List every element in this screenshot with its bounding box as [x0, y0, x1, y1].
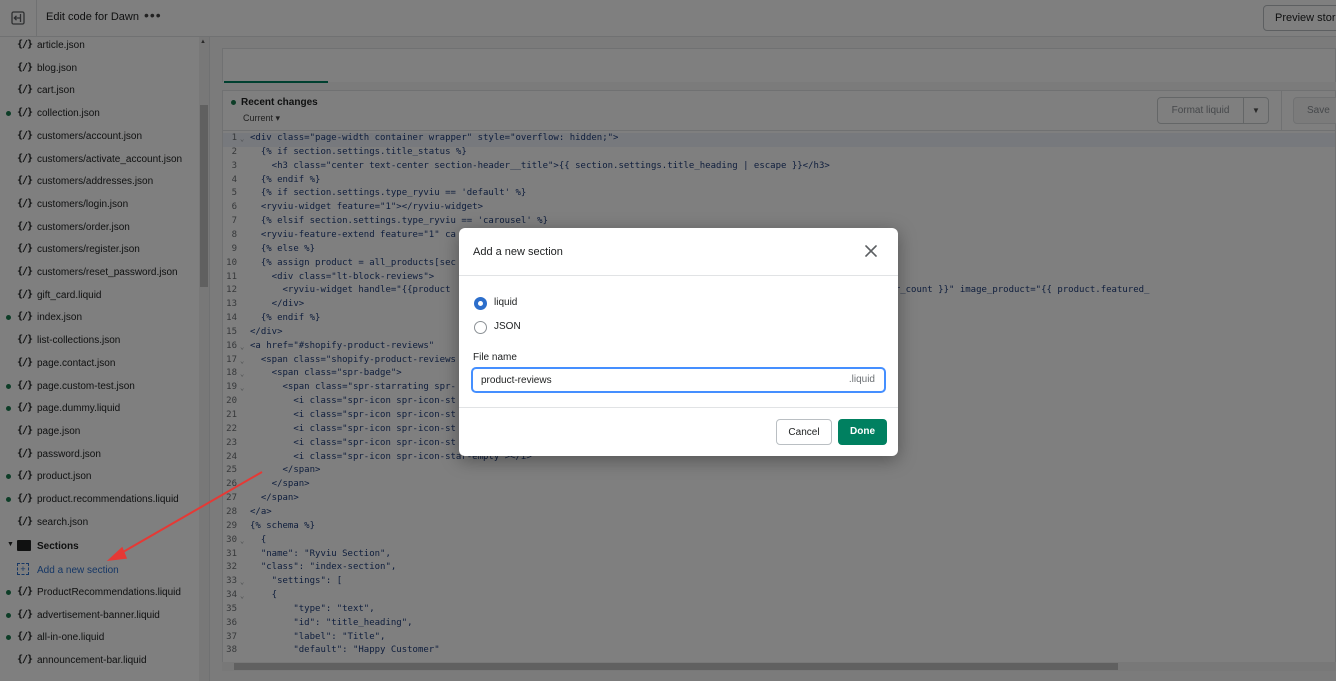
close-icon[interactable] [862, 242, 880, 260]
done-button[interactable]: Done [838, 419, 887, 445]
file-name-field[interactable]: .liquid [471, 367, 886, 393]
radio-liquid-control[interactable] [474, 297, 487, 310]
dialog-title: Add a new section [473, 246, 563, 258]
cancel-button[interactable]: Cancel [776, 419, 832, 445]
file-extension-suffix: .liquid [848, 374, 875, 385]
radio-json-control[interactable] [474, 321, 487, 334]
dialog-header: Add a new section [459, 228, 898, 276]
file-name-input[interactable] [481, 373, 821, 387]
add-section-dialog: Add a new section liquid JSON File name … [459, 228, 898, 456]
radio-liquid-label: liquid [494, 297, 518, 308]
dialog-footer-divider [459, 407, 898, 408]
file-name-label: File name [473, 352, 517, 363]
radio-json-label: JSON [494, 321, 521, 332]
